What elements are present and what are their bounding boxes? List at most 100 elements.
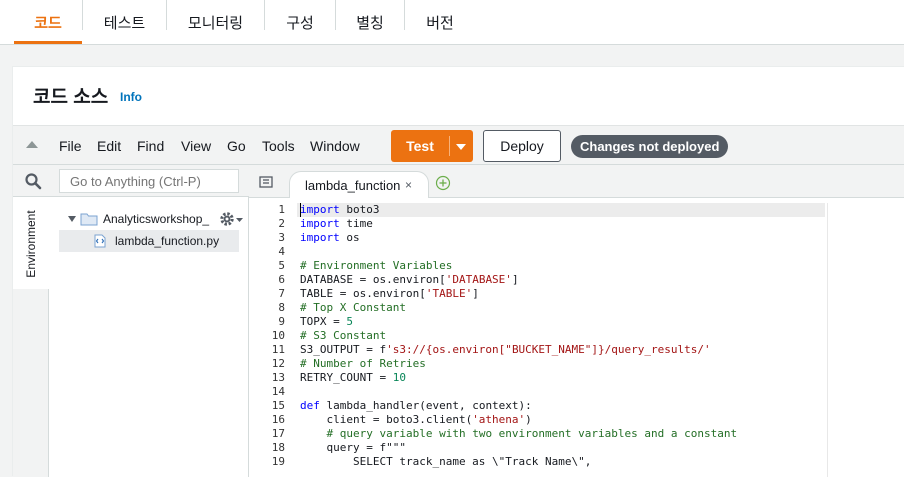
code-line: 1 import boto3: [249, 203, 904, 217]
python-file-icon: [94, 234, 106, 248]
tree-file-selected[interactable]: lambda_function.py: [59, 230, 239, 252]
code-line: 7 TABLE = os.environ['TABLE']: [249, 287, 904, 301]
deploy-button[interactable]: Deploy: [483, 130, 561, 162]
panel-title: 코드 소스: [33, 87, 109, 108]
code-text: TOPX = 5: [300, 315, 353, 328]
ide-toolbar: File Edit Find View Go Tools Window Test…: [13, 125, 904, 165]
code-text: RETRY_COUNT = 10: [300, 371, 406, 384]
active-tab-indicator: [14, 41, 82, 44]
code-line: 3 import os: [249, 231, 904, 245]
tree-folder[interactable]: Analyticsworkshop_: [67, 209, 244, 229]
close-icon[interactable]: ×: [405, 178, 412, 192]
code-line: 5 # Environment Variables: [249, 259, 904, 273]
line-number: 11: [271, 343, 285, 356]
code-line: 15 def lambda_handler(event, context):: [249, 399, 904, 413]
code-text: def lambda_handler(event, context):: [300, 399, 532, 412]
environment-tab[interactable]: Environment: [13, 197, 49, 289]
code-text: client = boto3.client('athena'): [300, 413, 532, 426]
code-line: 12 # Number of Retries: [249, 357, 904, 371]
code-source-panel: 코드 소스 Info File Edit Find View Go Tools …: [12, 66, 904, 477]
line-number: 4: [278, 245, 285, 258]
code-text: import boto3: [300, 203, 380, 216]
code-line: 17 # query variable with two environment…: [249, 427, 904, 441]
code-line: 16 client = boto3.client('athena'): [249, 413, 904, 427]
text-cursor: [300, 203, 301, 217]
chevron-down-icon[interactable]: [456, 144, 466, 150]
code-line: 11 S3_OUTPUT = f's3://{os.environ["BUCKET…: [249, 343, 904, 357]
tab-test[interactable]: 테스트: [83, 0, 166, 44]
folder-name: Analyticsworkshop_: [103, 212, 210, 226]
info-link[interactable]: Info: [120, 90, 142, 104]
line-number: 18: [271, 441, 285, 454]
line-number: 10: [271, 329, 285, 342]
line-number: 2: [278, 217, 285, 230]
caret-down-icon[interactable]: [67, 214, 77, 224]
menu-view[interactable]: View: [181, 138, 211, 154]
tab-aliases[interactable]: 별칭: [336, 0, 404, 44]
search-icon[interactable]: [24, 172, 42, 190]
code-text: query = f""": [300, 441, 406, 454]
tab-configuration[interactable]: 구성: [265, 0, 335, 44]
menu-tools[interactable]: Tools: [262, 138, 295, 154]
code-text: import os: [300, 231, 360, 244]
line-number: 7: [278, 287, 285, 300]
code-editor: lambda_function × 1 import boto3 2 import t…: [249, 165, 904, 477]
tab-monitoring[interactable]: 모니터링: [167, 0, 264, 44]
line-number: 19: [271, 455, 285, 468]
code-text: # Top X Constant: [300, 301, 406, 314]
collapse-up-icon[interactable]: [26, 141, 38, 148]
line-number: 16: [271, 413, 285, 426]
tab-list-icon[interactable]: [259, 176, 275, 190]
tab-versions[interactable]: 버전: [405, 0, 475, 44]
line-number: 6: [278, 273, 285, 286]
line-number: 3: [278, 231, 285, 244]
code-text: # query variable with two environment va…: [326, 427, 738, 440]
menu-window[interactable]: Window: [310, 138, 360, 154]
code-line: 6 DATABASE = os.environ['DATABASE']: [249, 273, 904, 287]
editor-tab-bar: lambda_function ×: [249, 165, 904, 198]
code-text: import time: [300, 217, 373, 230]
code-line: 10 # S3 Constant: [249, 329, 904, 343]
editor-tab-label: lambda_function: [305, 178, 401, 193]
code-line: 13 RETRY_COUNT = 10: [249, 371, 904, 385]
line-number: 8: [278, 301, 285, 314]
file-explorer: Environment Analyticsworkshop_ lambda_fu…: [13, 165, 249, 477]
code-area[interactable]: 1 import boto3 2 import time 3 import os 4 5 # E…: [249, 203, 904, 477]
split-divider: [449, 136, 450, 156]
code-text: # Environment Variables: [300, 259, 453, 272]
line-number: 1: [278, 203, 285, 216]
code-text: # Number of Retries: [300, 357, 426, 370]
test-button-label: Test: [406, 138, 434, 154]
code-text: SELECT track_name as \"Track Name\",: [300, 455, 592, 468]
chevron-down-icon[interactable]: [236, 216, 244, 223]
code-text: DATABASE = os.environ['DATABASE']: [300, 273, 519, 286]
environment-tab-label: Environment: [24, 210, 38, 278]
line-number: 5: [278, 259, 285, 272]
line-number: 14: [271, 385, 285, 398]
menu-edit[interactable]: Edit: [97, 138, 121, 154]
tab-code[interactable]: 코드: [14, 0, 82, 44]
gear-icon[interactable]: [219, 211, 235, 227]
line-number: 13: [271, 371, 285, 384]
editor-tab-lambda-function[interactable]: lambda_function ×: [289, 171, 429, 198]
menu-find[interactable]: Find: [137, 138, 164, 154]
code-text: TABLE = os.environ['TABLE']: [300, 287, 479, 300]
test-button[interactable]: Test: [391, 130, 473, 162]
code-line: 8 # Top X Constant: [249, 301, 904, 315]
add-tab-icon[interactable]: [435, 175, 451, 191]
code-text: # S3 Constant: [300, 329, 387, 342]
goto-anything-input[interactable]: [59, 169, 239, 193]
line-number: 12: [271, 357, 285, 370]
code-line: 14: [249, 385, 904, 399]
menu-go[interactable]: Go: [227, 138, 246, 154]
menu-file[interactable]: File: [59, 138, 82, 154]
code-text: S3_OUTPUT = f's3://{os.environ["BUCKET_N…: [300, 343, 711, 356]
line-number: 9: [278, 315, 285, 328]
side-tab-strip: Environment: [13, 197, 49, 477]
code-line: 2 import time: [249, 217, 904, 231]
line-number: 15: [271, 399, 285, 412]
status-badge: Changes not deployed: [571, 135, 729, 158]
code-line: 18 query = f""": [249, 441, 904, 455]
line-number: 17: [271, 427, 285, 440]
code-line: 4: [249, 245, 904, 259]
